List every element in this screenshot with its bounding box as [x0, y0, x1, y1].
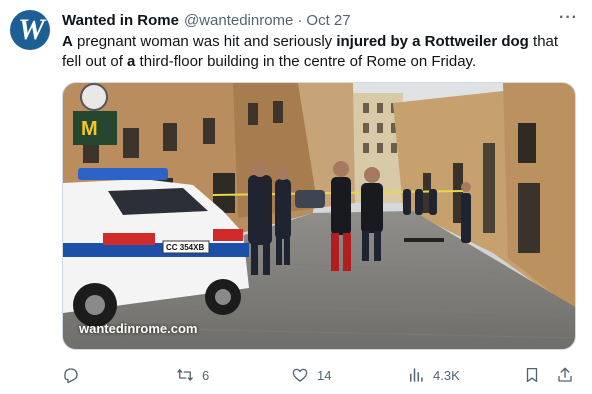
- views-count: 4.3K: [433, 367, 460, 383]
- separator-dot: ·: [297, 11, 303, 29]
- author-handle[interactable]: @wantedinrome: [184, 12, 293, 29]
- avatar-logo: W: [18, 13, 45, 46]
- reply-icon: [64, 368, 78, 384]
- svg-text:M: M: [81, 118, 98, 140]
- heart-icon: [292, 368, 308, 382]
- retweet-icon: [177, 369, 193, 381]
- bookmark-icon: [526, 367, 538, 383]
- tweet-header: Wanted in Rome @wantedinrome · Oct 27: [62, 10, 582, 30]
- share-icon: [558, 367, 572, 382]
- text-part-6: third-floor building in the centre of Ro…: [135, 53, 477, 70]
- avatar[interactable]: W: [10, 10, 50, 50]
- more-icon[interactable]: ···: [559, 9, 578, 27]
- retweet-button[interactable]: 6: [176, 364, 209, 386]
- views-icon: [410, 368, 423, 382]
- street-scene-photo: M CC 354XB: [63, 83, 575, 349]
- tweet-text: A pregnant woman was hit and seriously i…: [62, 32, 576, 72]
- share-button[interactable]: [556, 364, 574, 386]
- like-button[interactable]: 14: [291, 364, 331, 386]
- text-part-2: pregnant woman was hit and seriously: [72, 33, 337, 50]
- views-button[interactable]: 4.3K: [407, 364, 460, 386]
- license-plate: CC 354XB: [166, 243, 204, 252]
- like-count: 14: [317, 367, 332, 383]
- bookmark-button[interactable]: [523, 364, 541, 386]
- author-name[interactable]: Wanted in Rome: [62, 12, 179, 29]
- reply-button[interactable]: [62, 364, 80, 386]
- text-bold-3: injured by a Rottweiler dog: [336, 33, 529, 50]
- photo-watermark: wantedinrome.com: [79, 321, 198, 336]
- text-bold-1: A: [62, 33, 73, 50]
- tweet-date[interactable]: Oct 27: [306, 12, 350, 29]
- action-bar: 6 14 4.3K: [62, 364, 576, 386]
- tweet-photo[interactable]: M CC 354XB wantedinrome.com: [62, 82, 576, 350]
- retweet-count: 6: [202, 367, 210, 383]
